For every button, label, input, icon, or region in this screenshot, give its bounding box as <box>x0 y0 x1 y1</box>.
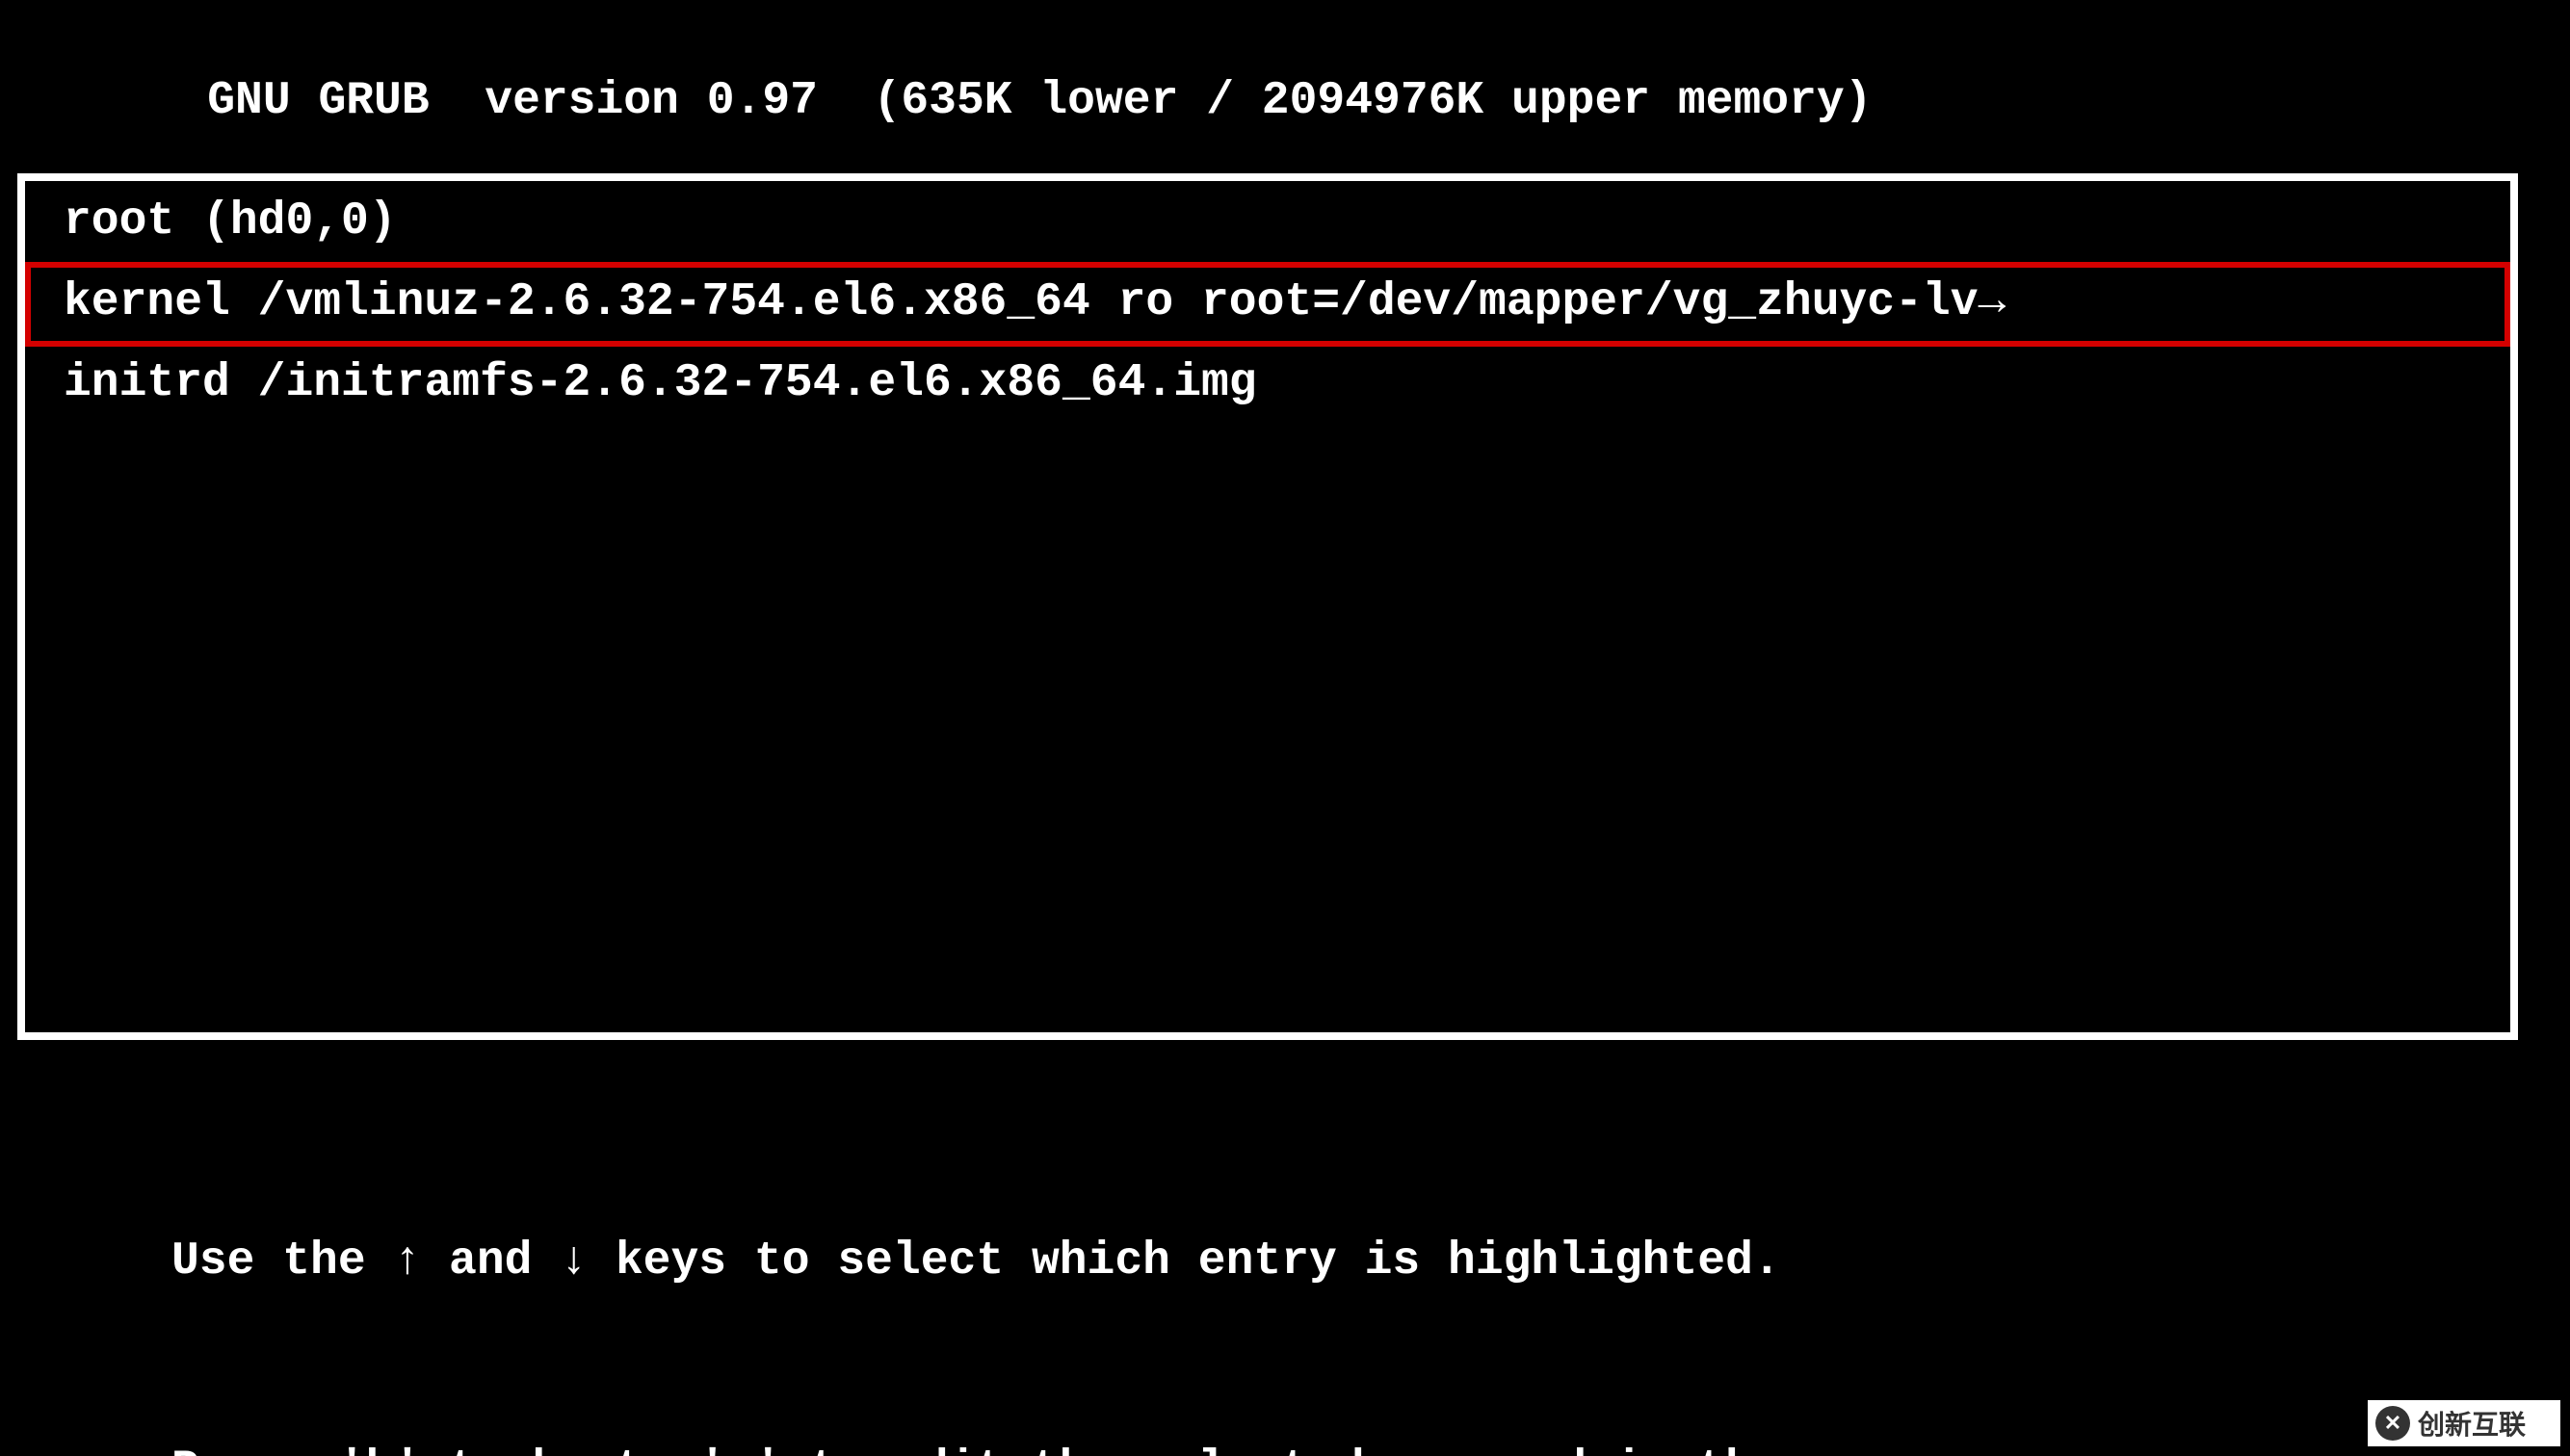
grub-screen: GNU GRUB version 0.97 (635K lower / 2094… <box>0 0 2570 1456</box>
grub-title: GNU GRUB version 0.97 (635K lower / 2094… <box>207 75 1872 127</box>
grub-header: GNU GRUB version 0.97 (635K lower / 2094… <box>0 0 2570 192</box>
grub-menu-box[interactable]: root (hd0,0) kernel /vmlinuz-2.6.32-754.… <box>17 173 2518 1040</box>
grub-menu-line-initrd[interactable]: initrd /initramfs-2.6.32-754.el6.x86_64.… <box>25 343 2510 424</box>
instruction-line-1: Use the ↑ and ↓ keys to select which ent… <box>171 1227 1864 1296</box>
watermark-label: 创新互联 <box>2418 1404 2526 1443</box>
grub-menu-line-kernel[interactable]: kernel /vmlinuz-2.6.32-754.el6.x86_64 ro… <box>25 262 2510 343</box>
grub-instructions: Use the ↑ and ↓ keys to select which ent… <box>171 1088 1864 1456</box>
grub-menu-line-root[interactable]: root (hd0,0) <box>25 181 2510 262</box>
instruction-line-2: Press 'b' to boot, 'e' to edit the selec… <box>171 1435 1864 1456</box>
watermark-icon: ✕ <box>2375 1406 2410 1441</box>
watermark-badge: ✕ 创新互联 <box>2368 1400 2560 1446</box>
